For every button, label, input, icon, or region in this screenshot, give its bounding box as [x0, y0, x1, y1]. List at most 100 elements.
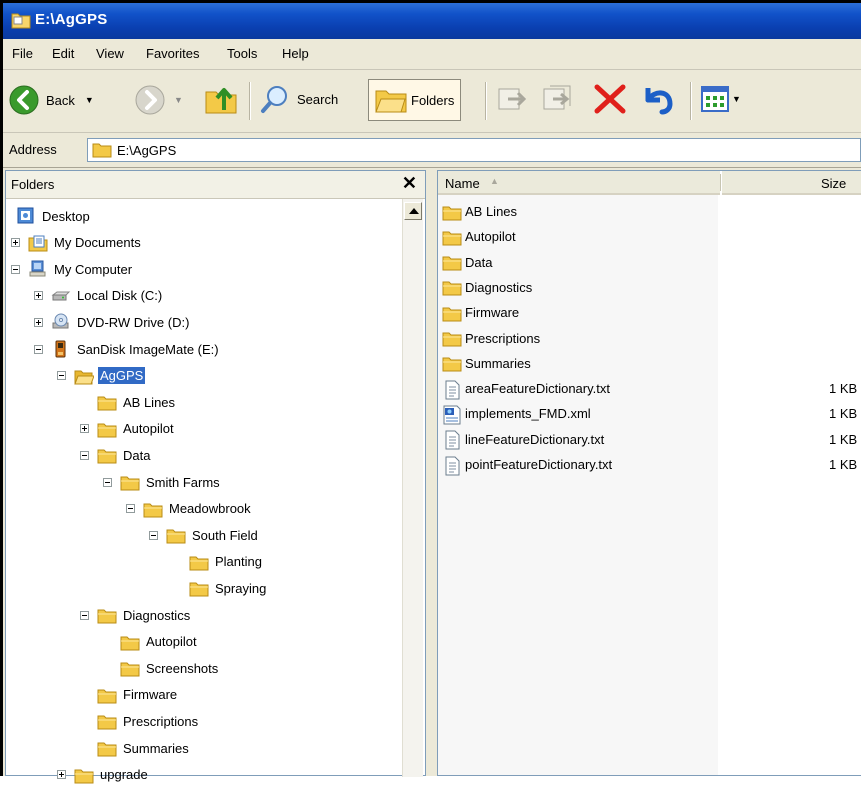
column-header-name[interactable]: Name ▲: [438, 171, 720, 195]
up-folder-button[interactable]: [204, 82, 238, 116]
file-list-row[interactable]: Autopilot: [442, 224, 516, 249]
folder-icon: [189, 579, 209, 597]
file-list-row[interactable]: Prescriptions: [442, 326, 540, 351]
copy-to-button[interactable]: [541, 84, 573, 114]
tree-item[interactable]: Planting: [172, 551, 264, 573]
menu-favorites[interactable]: Favorites: [146, 46, 199, 61]
file-name: pointFeatureDictionary.txt: [465, 457, 613, 472]
file-list-row[interactable]: AB Lines: [442, 199, 517, 224]
tree-item[interactable]: Screenshots: [103, 657, 220, 679]
tree-item[interactable]: Desktop: [16, 205, 92, 227]
file-list-row[interactable]: lineFeatureDictionary.txt: [442, 427, 604, 452]
tree-item[interactable]: DVD-RW Drive (D:): [34, 311, 191, 333]
folder-icon: [97, 393, 117, 411]
tree-item[interactable]: Local Disk (C:): [34, 285, 164, 307]
search-icon: [261, 86, 287, 113]
xml-file-icon: [442, 405, 462, 425]
desktop-icon: [16, 207, 36, 225]
collapse-minus-icon[interactable]: [34, 344, 43, 354]
tree-item[interactable]: Meadowbrook: [126, 498, 253, 520]
file-name: areaFeatureDictionary.txt: [465, 381, 610, 397]
address-value: E:\AgGPS: [117, 142, 177, 158]
collapse-minus-icon[interactable]: [80, 610, 89, 620]
file-name: AB Lines: [465, 204, 518, 219]
forward-dropdown-icon[interactable]: ▼: [174, 95, 183, 105]
folders-pane: Folders ✕ Desktop My Documents My Computer…: [5, 170, 426, 784]
scroll-up-arrow-icon[interactable]: [404, 202, 422, 220]
tree-item-label: My Computer: [54, 261, 133, 277]
collapse-minus-icon[interactable]: [149, 530, 158, 540]
folder-tree-scrollbar[interactable]: [402, 199, 423, 777]
folders-button[interactable]: Folders: [368, 79, 462, 121]
menu-view[interactable]: View: [96, 46, 124, 61]
collapse-minus-icon[interactable]: [57, 371, 66, 381]
tree-item[interactable]: upgrade: [57, 764, 150, 786]
back-button[interactable]: Back ▼: [8, 84, 94, 116]
folder-icon: [442, 354, 462, 372]
menu-file[interactable]: File: [12, 46, 33, 61]
move-to-button[interactable]: [496, 84, 528, 114]
back-dropdown-icon[interactable]: ▼: [85, 95, 94, 105]
forward-button[interactable]: ▼: [134, 84, 183, 116]
pane-splitter[interactable]: [428, 170, 432, 776]
folder-icon: [97, 420, 117, 438]
delete-button[interactable]: [592, 82, 628, 116]
tree-item[interactable]: Autopilot: [80, 418, 176, 440]
file-list-row[interactable]: Diagnostics: [442, 275, 532, 300]
search-button[interactable]: Search: [259, 83, 338, 115]
file-list-row[interactable]: areaFeatureDictionary.txt: [442, 376, 610, 401]
column-header-size[interactable]: Size: [722, 171, 861, 195]
collapse-minus-icon[interactable]: [103, 477, 112, 487]
file-list-row[interactable]: implements_FMD.xml: [442, 401, 591, 426]
folder-icon: [442, 228, 462, 246]
tree-item[interactable]: Summaries: [80, 737, 191, 759]
folder-icon: [442, 203, 462, 221]
expand-plus-icon[interactable]: [11, 238, 20, 248]
tree-item[interactable]: Prescriptions: [80, 710, 200, 732]
undo-button[interactable]: [640, 82, 676, 116]
address-input[interactable]: E:\AgGPS: [87, 138, 861, 162]
file-list-row[interactable]: pointFeatureDictionary.txt: [442, 452, 612, 477]
tree-item[interactable]: Spraying: [172, 577, 268, 599]
expand-plus-icon[interactable]: [80, 424, 89, 434]
move-to-icon: [498, 88, 527, 110]
expand-plus-icon[interactable]: [34, 317, 43, 327]
tree-item[interactable]: SanDisk ImageMate (E:): [34, 338, 221, 360]
file-list-row[interactable]: Summaries: [442, 351, 531, 376]
expand-plus-icon[interactable]: [57, 770, 66, 780]
menu-edit[interactable]: Edit: [52, 46, 74, 61]
collapse-minus-icon[interactable]: [126, 504, 135, 514]
tree-item[interactable]: My Computer: [11, 258, 134, 280]
views-icon: [701, 86, 729, 112]
tree-item[interactable]: Autopilot: [103, 631, 199, 653]
collapse-minus-icon[interactable]: [11, 264, 20, 274]
menu-help[interactable]: Help: [282, 46, 309, 61]
tree-item[interactable]: South Field: [149, 524, 260, 546]
views-dropdown-icon[interactable]: ▼: [732, 94, 741, 104]
tree-item[interactable]: Diagnostics: [80, 604, 192, 626]
folder-icon: [97, 739, 117, 757]
views-button[interactable]: ▼: [700, 85, 741, 113]
tree-item[interactable]: My Documents: [11, 232, 143, 254]
tree-item[interactable]: Firmware: [80, 684, 179, 706]
expand-plus-icon[interactable]: [34, 291, 43, 301]
folder-window-icon: [11, 13, 31, 29]
title-bar[interactable]: E:\AgGPS: [3, 3, 861, 39]
tree-item-label: Planting: [215, 554, 262, 570]
collapse-minus-icon[interactable]: [80, 450, 89, 460]
close-icon[interactable]: ✕: [402, 173, 417, 194]
tree-item-label: AB Lines: [123, 394, 176, 410]
file-list-row[interactable]: Firmware: [442, 300, 519, 325]
tree-item-label: Meadowbrook: [169, 501, 251, 517]
file-list-row[interactable]: Data: [442, 250, 492, 275]
folder-icon: [97, 712, 117, 730]
tree-item[interactable]: AgGPS: [57, 365, 146, 387]
folders-pane-title: Folders: [11, 177, 55, 192]
tree-item[interactable]: Data: [80, 444, 152, 466]
tree-item-label: Prescriptions: [123, 713, 199, 729]
tree-item[interactable]: Smith Farms: [103, 471, 222, 493]
file-size: 1 KB: [829, 457, 858, 472]
tree-item-label: Summaries: [123, 740, 189, 756]
tree-item[interactable]: AB Lines: [80, 391, 177, 413]
menu-tools[interactable]: Tools: [227, 46, 257, 61]
